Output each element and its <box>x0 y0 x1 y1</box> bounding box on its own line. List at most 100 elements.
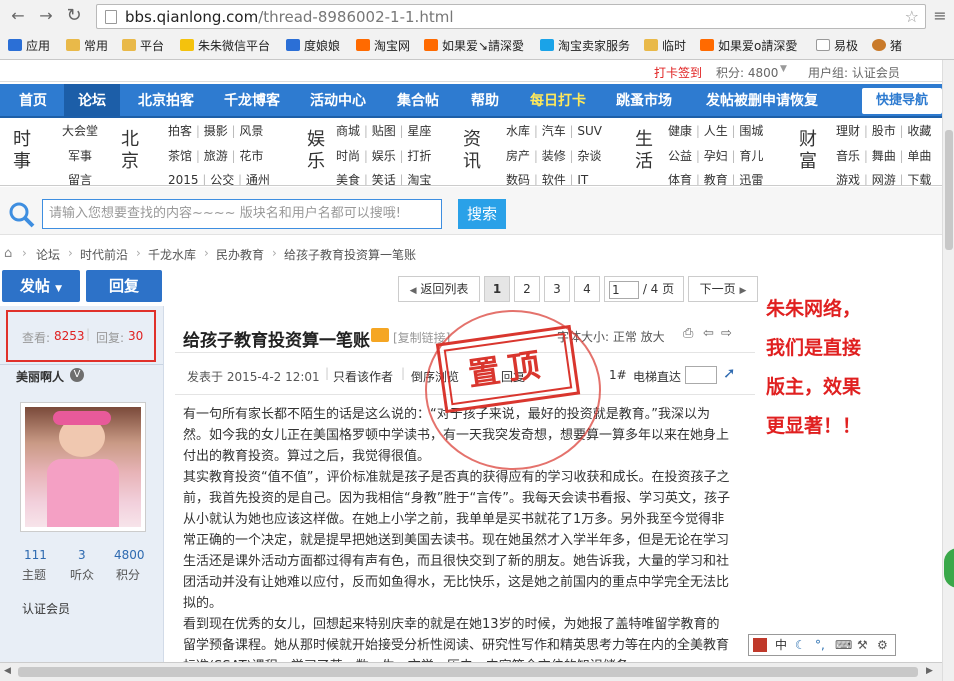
category-link[interactable]: 游戏 <box>836 173 860 185</box>
category-link[interactable]: 军事 <box>68 147 92 164</box>
category-link[interactable]: 娱乐 <box>372 149 396 163</box>
ime-mode[interactable]: 中 <box>775 635 787 655</box>
nav-item-beijing-paike[interactable]: 北京拍客 <box>128 84 204 118</box>
category-link[interactable]: 舞曲 <box>872 149 896 163</box>
category-link[interactable]: 教育 <box>704 173 728 185</box>
search-input[interactable]: 请输入您想要查找的内容~~~~ 版块名和用户名都可以搜哦! <box>42 199 442 229</box>
category-link[interactable]: 汽车 <box>542 124 566 138</box>
category-link[interactable]: 贴图 <box>372 124 396 138</box>
category-link[interactable]: 星座 <box>407 124 431 138</box>
category-link[interactable]: SUV <box>577 124 602 138</box>
print-icon[interactable]: ⎙ <box>683 326 693 341</box>
reply-button[interactable]: 回复 <box>86 270 162 302</box>
category-link[interactable]: 大会堂 <box>62 122 98 139</box>
category-link[interactable]: 装修 <box>542 149 566 163</box>
page-jump-input[interactable]: 1 <box>609 280 639 299</box>
nav-item-collection[interactable]: 集合帖 <box>386 84 450 118</box>
category-head[interactable]: 娱乐 <box>306 129 326 173</box>
category-link[interactable]: 人生 <box>704 124 728 138</box>
category-link[interactable]: 留言 <box>68 171 92 185</box>
scroll-left-icon[interactable]: ◀ <box>4 666 11 676</box>
category-link[interactable]: 2015 <box>168 173 199 185</box>
category-link[interactable]: 摄影 <box>204 124 228 138</box>
category-link[interactable]: 育儿 <box>739 149 763 163</box>
category-link[interactable]: 数码 <box>506 173 530 185</box>
only-author-link[interactable]: 只看该作者 <box>333 368 393 385</box>
category-link[interactable]: 打折 <box>407 149 431 163</box>
vertical-scrollbar[interactable] <box>942 60 954 681</box>
category-link[interactable]: 公交 <box>210 173 234 185</box>
category-link[interactable]: 淘宝 <box>407 173 431 185</box>
category-link[interactable]: 时尚 <box>336 149 360 163</box>
search-button[interactable]: 搜索 <box>458 199 506 229</box>
category-link[interactable]: 风景 <box>239 124 263 138</box>
next-page-button[interactable]: 下一页 ▶ <box>688 276 758 302</box>
checkin-link[interactable]: 打卡签到 <box>654 64 702 81</box>
scroll-thumb[interactable] <box>18 667 918 677</box>
nav-item-flea-market[interactable]: 跳蚤市场 <box>606 84 682 118</box>
bookmark-item[interactable]: 猪 <box>872 37 902 55</box>
nav-item-blog[interactable]: 千龙博客 <box>214 84 290 118</box>
category-head[interactable]: 资讯 <box>462 129 482 173</box>
bookmark-item[interactable]: 如果爱o請深愛 <box>700 37 797 55</box>
category-link[interactable]: 股市 <box>872 124 896 138</box>
score-count[interactable]: 4800 <box>114 548 145 562</box>
tools-icon[interactable]: ⚒ <box>857 635 868 655</box>
topics-count[interactable]: 111 <box>24 548 47 562</box>
category-link[interactable]: 迅雷 <box>739 173 763 185</box>
category-link[interactable]: 美食 <box>336 173 360 185</box>
category-link[interactable]: 拍客 <box>168 124 192 138</box>
bookmark-item[interactable]: 淘宝卖家服务 <box>540 37 630 55</box>
nav-item-home[interactable]: 首页 <box>8 84 58 118</box>
elevator-input[interactable] <box>685 366 717 384</box>
category-link[interactable]: 茶馆 <box>168 149 192 163</box>
category-link[interactable]: 网游 <box>872 173 896 185</box>
address-bar[interactable]: bbs.qianlong.com/thread-8986002-1-1.html… <box>96 4 926 29</box>
bookmark-folder[interactable]: 临时 <box>644 37 686 55</box>
punctuation-icon[interactable]: °, <box>815 635 825 655</box>
nav-item-help[interactable]: 帮助 <box>460 84 510 118</box>
nav-item-daily-checkin[interactable]: 每日打卡 <box>520 84 596 118</box>
breadcrumb-item[interactable]: 给孩子教育投资算一笔账 <box>284 246 416 263</box>
category-head[interactable]: 财富 <box>798 129 818 173</box>
keyboard-icon[interactable]: ⌨ <box>835 635 852 655</box>
category-link[interactable]: 收藏 <box>907 124 931 138</box>
forward-icon[interactable]: → <box>36 6 56 26</box>
category-link[interactable]: 杂谈 <box>577 149 601 163</box>
page-link[interactable]: 3 <box>544 276 570 302</box>
elevator-go-icon[interactable]: ➚ <box>723 364 736 382</box>
fans-count[interactable]: 3 <box>78 548 86 562</box>
scroll-thumb[interactable] <box>945 130 953 250</box>
category-link[interactable]: 软件 <box>542 173 566 185</box>
home-icon[interactable]: ⌂ <box>4 246 12 261</box>
category-head[interactable]: 时事 <box>12 129 32 173</box>
category-link[interactable]: 理财 <box>836 124 860 138</box>
category-link[interactable]: 音乐 <box>836 149 860 163</box>
category-link[interactable]: 商城 <box>336 124 360 138</box>
category-link[interactable]: 单曲 <box>907 149 931 163</box>
bookmark-item[interactable]: 朱朱微信平台 <box>180 37 270 55</box>
breadcrumb-item[interactable]: 千龙水库 <box>148 246 196 263</box>
wrench-icon[interactable]: ⚙ <box>877 635 888 655</box>
next-thread-icon[interactable]: ⇨ <box>721 326 732 341</box>
breadcrumb-item[interactable]: 民办教育 <box>216 246 264 263</box>
category-link[interactable]: 公益 <box>668 149 692 163</box>
ime-logo-icon[interactable] <box>753 638 767 652</box>
horizontal-scrollbar[interactable]: ◀ ▶ <box>0 662 942 681</box>
category-link[interactable]: 房产 <box>506 149 530 163</box>
category-link[interactable]: 水库 <box>506 124 530 138</box>
bookmark-item[interactable]: 易极 <box>816 37 858 55</box>
chevron-down-icon[interactable]: ▼ <box>780 64 787 74</box>
bookmark-star-icon[interactable]: ☆ <box>905 7 919 26</box>
bookmark-item[interactable]: 如果爱↘請深愛 <box>424 37 524 55</box>
category-link[interactable]: 下载 <box>907 173 931 185</box>
breadcrumb-item[interactable]: 论坛 <box>36 246 60 263</box>
category-link[interactable]: 孕妇 <box>704 149 728 163</box>
back-icon[interactable]: ← <box>8 6 28 26</box>
category-link[interactable]: 围城 <box>739 124 763 138</box>
reload-icon[interactable]: ↻ <box>64 6 84 26</box>
quick-nav-button[interactable]: 快捷导航 <box>862 88 942 114</box>
category-link[interactable]: 健康 <box>668 124 692 138</box>
breadcrumb-item[interactable]: 时代前沿 <box>80 246 128 263</box>
nav-item-activity[interactable]: 活动中心 <box>300 84 376 118</box>
